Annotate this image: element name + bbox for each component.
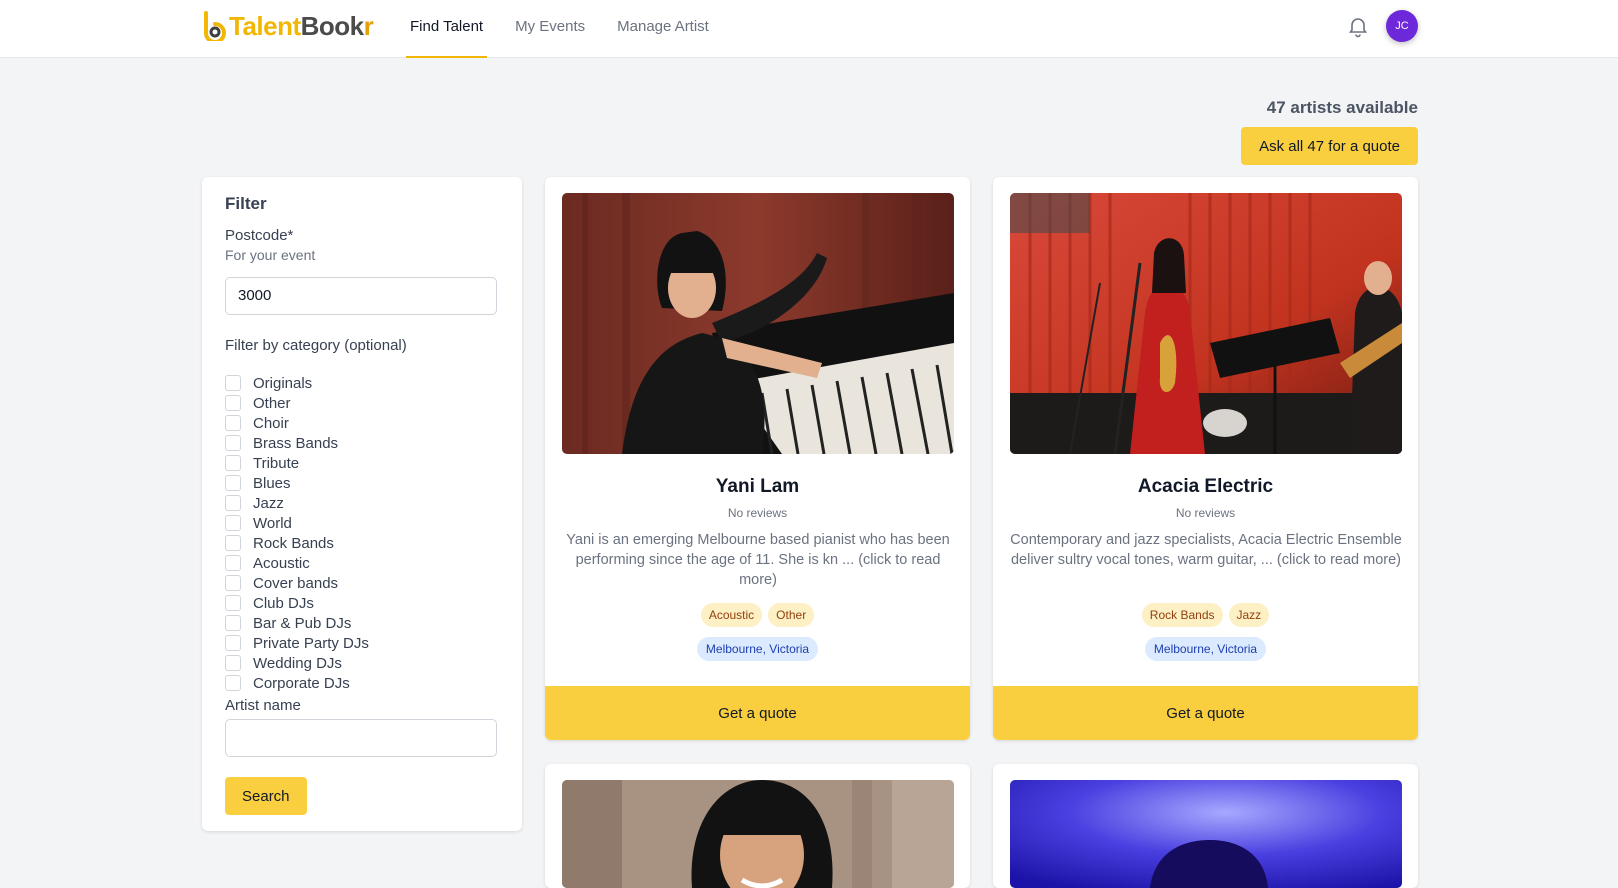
main-nav: Find Talent My Events Manage Artist	[406, 0, 737, 58]
category-tag: Rock Bands	[1141, 603, 1223, 627]
category-label: World	[253, 514, 292, 532]
checkbox[interactable]	[225, 535, 241, 551]
ask-all-quote-button[interactable]: Ask all 47 for a quote	[1241, 127, 1418, 165]
artist-photo[interactable]	[562, 780, 954, 888]
category-option[interactable]: World	[225, 513, 369, 533]
category-option[interactable]: Jazz	[225, 493, 369, 513]
location-tags: Melbourne, Victoria	[545, 637, 970, 661]
nav-find-talent[interactable]: Find Talent	[406, 0, 488, 58]
artist-photo[interactable]	[1010, 193, 1402, 454]
artist-card[interactable]: Acacia Electric No reviews Contemporary …	[993, 177, 1418, 740]
category-option[interactable]: Tribute	[225, 453, 369, 473]
review-count: No reviews	[727, 506, 788, 520]
talentbookr-logo-icon	[204, 11, 226, 41]
category-label: Tribute	[253, 454, 300, 472]
category-label: Private Party DJs	[253, 634, 369, 652]
category-option[interactable]: Club DJs	[225, 593, 369, 613]
artists-available-count: 47 artists available	[1266, 98, 1418, 117]
category-tags: Rock Bands Jazz	[993, 603, 1418, 627]
top-navbar: Talent Book r Find Talent My Events Mana…	[0, 0, 1618, 58]
get-quote-button[interactable]: Get a quote	[545, 686, 970, 740]
category-label: Choir	[253, 414, 289, 432]
category-option[interactable]: Corporate DJs	[225, 673, 369, 693]
category-label: Brass Bands	[253, 434, 339, 452]
artist-card[interactable]	[993, 764, 1418, 888]
checkbox[interactable]	[225, 635, 241, 651]
category-label: Other	[253, 394, 291, 412]
category-option[interactable]: Bar & Pub DJs	[225, 613, 369, 633]
checkbox[interactable]	[225, 515, 241, 531]
category-label: Blues	[253, 474, 291, 492]
checkbox[interactable]	[225, 655, 241, 671]
checkbox[interactable]	[225, 675, 241, 691]
category-filter-label: Filter by category (optional)	[225, 337, 407, 354]
artist-description[interactable]: Yani is an emerging Melbourne based pian…	[562, 530, 954, 590]
artist-name[interactable]: Yani Lam	[545, 476, 970, 498]
category-tag: Acoustic	[700, 603, 763, 627]
location-tags: Melbourne, Victoria	[993, 637, 1418, 661]
artist-card[interactable]	[545, 764, 970, 888]
category-option[interactable]: Rock Bands	[225, 533, 369, 553]
category-option[interactable]: Choir	[225, 413, 369, 433]
category-option[interactable]: Cover bands	[225, 573, 369, 593]
category-list: Originals Other Choir Brass Bands Tribut…	[225, 373, 369, 693]
category-option[interactable]: Wedding DJs	[225, 653, 369, 673]
brand-name-part1: Talent	[229, 10, 301, 41]
checkbox[interactable]	[225, 435, 241, 451]
brand-logo[interactable]: Talent Book r	[202, 10, 374, 42]
search-button[interactable]: Search	[225, 777, 307, 815]
checkbox[interactable]	[225, 395, 241, 411]
nav-my-events[interactable]: My Events	[511, 0, 589, 58]
category-option[interactable]: Brass Bands	[225, 433, 369, 453]
user-avatar[interactable]: JC	[1386, 10, 1418, 42]
category-option[interactable]: Other	[225, 393, 369, 413]
artist-photo[interactable]	[562, 193, 954, 454]
checkbox[interactable]	[225, 455, 241, 471]
filter-panel: Filter Postcode* For your event 3000 Fil…	[202, 177, 522, 831]
checkbox[interactable]	[225, 375, 241, 391]
artist-name[interactable]: Acacia Electric	[993, 476, 1418, 498]
checkbox[interactable]	[225, 475, 241, 491]
category-label: Corporate DJs	[253, 674, 350, 692]
postcode-input[interactable]: 3000	[225, 277, 497, 315]
checkbox[interactable]	[225, 495, 241, 511]
category-option[interactable]: Acoustic	[225, 553, 369, 573]
nav-manage-artist[interactable]: Manage Artist	[613, 0, 713, 58]
postcode-label: Postcode*	[225, 227, 294, 244]
category-tags: Acoustic Other	[545, 603, 970, 627]
category-label: Acoustic	[253, 554, 310, 572]
review-count: No reviews	[1175, 506, 1236, 520]
category-label: Bar & Pub DJs	[253, 614, 352, 632]
artist-description[interactable]: Contemporary and jazz specialists, Acaci…	[1010, 530, 1402, 570]
category-tag: Jazz	[1228, 603, 1270, 627]
checkbox[interactable]	[225, 615, 241, 631]
filter-title: Filter	[225, 194, 267, 213]
get-quote-button[interactable]: Get a quote	[993, 686, 1418, 740]
category-label: Club DJs	[253, 594, 314, 612]
brand-name-part3: r	[363, 10, 374, 41]
artist-card[interactable]: Yani Lam No reviews Yani is an emerging …	[545, 177, 970, 740]
artist-photo[interactable]	[1010, 780, 1402, 888]
artist-name-label: Artist name	[225, 697, 301, 714]
category-option[interactable]: Originals	[225, 373, 369, 393]
checkbox[interactable]	[225, 555, 241, 571]
category-option[interactable]: Blues	[225, 473, 369, 493]
category-label: Wedding DJs	[253, 654, 342, 672]
category-option[interactable]: Private Party DJs	[225, 633, 369, 653]
checkbox[interactable]	[225, 415, 241, 431]
category-label: Rock Bands	[253, 534, 334, 552]
artist-name-input[interactable]	[225, 719, 497, 757]
category-label: Originals	[253, 374, 313, 392]
category-label: Jazz	[253, 494, 284, 512]
brand-name-part2: Book	[300, 10, 365, 41]
category-tag: Other	[768, 603, 815, 627]
category-label: Cover bands	[253, 574, 339, 592]
location-tag: Melbourne, Victoria	[696, 637, 819, 661]
checkbox[interactable]	[225, 595, 241, 611]
bell-icon[interactable]	[1346, 14, 1370, 38]
location-tag: Melbourne, Victoria	[1144, 637, 1267, 661]
checkbox[interactable]	[225, 575, 241, 591]
postcode-hint: For your event	[225, 247, 316, 263]
